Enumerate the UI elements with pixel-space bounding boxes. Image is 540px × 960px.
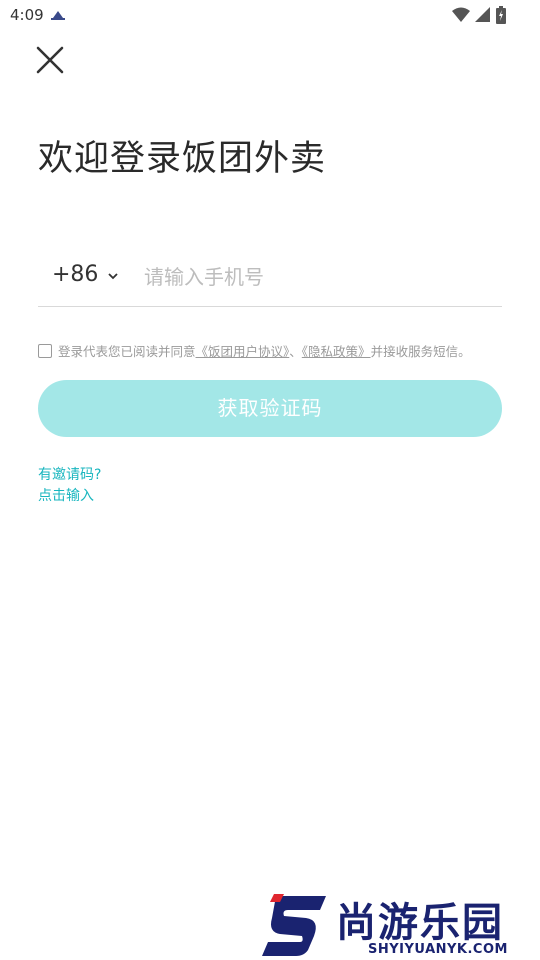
chevron-down-icon bbox=[108, 272, 119, 279]
close-icon[interactable] bbox=[34, 44, 66, 76]
status-icons bbox=[452, 6, 506, 24]
country-code: +86 bbox=[52, 262, 99, 287]
invite-code-question: 有邀请码? bbox=[38, 467, 102, 483]
privacy-policy-link[interactable]: 《隐私政策》 bbox=[302, 344, 371, 359]
agreement-separator: 、 bbox=[289, 344, 302, 359]
get-code-button[interactable]: 获取验证码 bbox=[38, 380, 502, 437]
watermark-text: 尚游乐园 bbox=[336, 900, 504, 946]
agreement-prefix: 登录代表您已阅读并同意 bbox=[58, 344, 196, 359]
app-notification-icon bbox=[51, 11, 65, 20]
agreement-text: 登录代表您已阅读并同意《饭团用户协议》、《隐私政策》并接收服务短信。 bbox=[58, 341, 471, 360]
status-bar: 4:09 bbox=[0, 0, 540, 30]
page-title: 欢迎登录饭团外卖 bbox=[38, 139, 327, 179]
watermark: 尚游乐园 SHYIYUANYK.COM bbox=[260, 890, 540, 960]
agreement-suffix: 并接收服务短信。 bbox=[370, 344, 471, 359]
invite-code-link[interactable]: 点击输入 bbox=[38, 485, 94, 505]
agreement-checkbox[interactable] bbox=[38, 343, 52, 358]
signal-icon bbox=[475, 7, 490, 22]
agreement-row: 登录代表您已阅读并同意《饭团用户协议》、《隐私政策》并接收服务短信。 bbox=[38, 341, 471, 360]
watermark-logo-icon bbox=[262, 894, 326, 956]
status-time: 4:09 bbox=[10, 6, 44, 24]
phone-input[interactable] bbox=[142, 258, 496, 296]
phone-input-row: +86 bbox=[38, 250, 502, 307]
watermark-url: SHYIYUANYK.COM bbox=[368, 942, 508, 957]
battery-icon bbox=[496, 6, 506, 24]
country-code-selector[interactable]: +86 bbox=[52, 262, 119, 287]
wifi-icon bbox=[452, 7, 470, 22]
user-agreement-link[interactable]: 《饭团用户协议》 bbox=[196, 344, 290, 359]
